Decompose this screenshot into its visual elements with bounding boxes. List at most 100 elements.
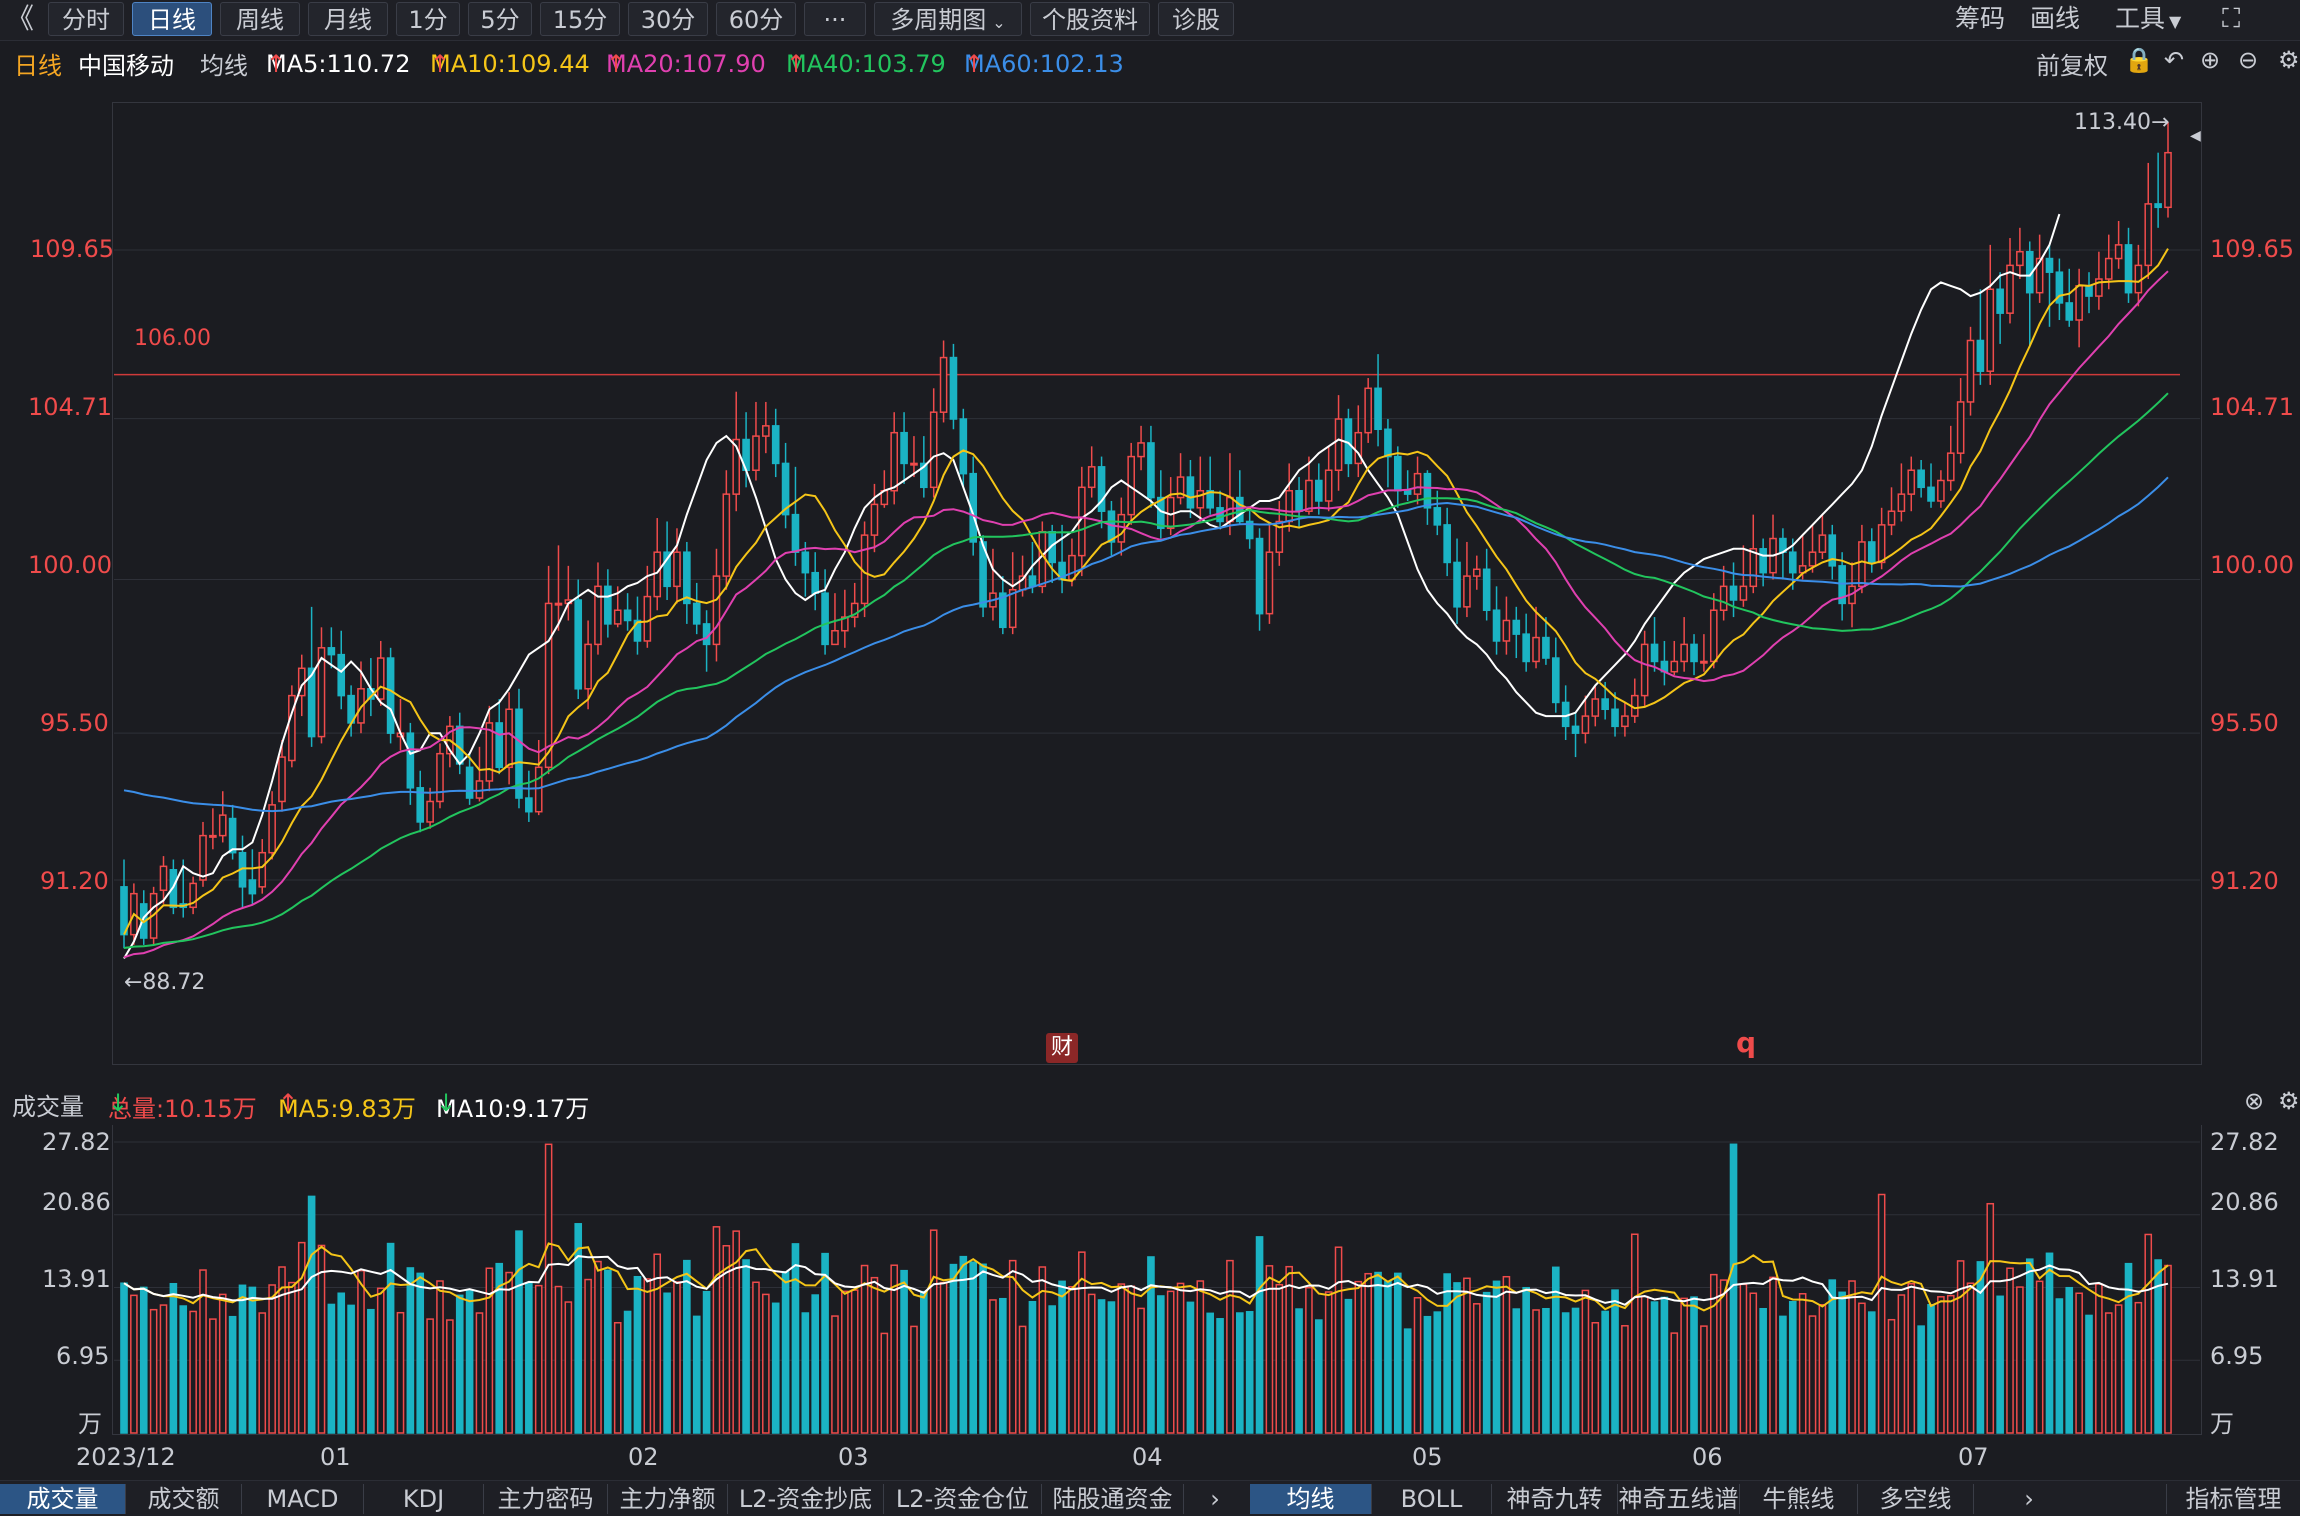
volume-ma5-text: MA5:9.83万 [278,1095,416,1123]
overlay-tab[interactable]: 均线 [1250,1484,1372,1514]
candle [1719,565,1728,621]
price-axis-label-right: 100.00 [2210,551,2294,579]
candle [288,685,296,768]
max-price-label: 113.40→ [2074,110,2170,135]
indicator-tab[interactable]: MACD [242,1484,364,1514]
price-axis-label-right: 91.20 [2210,867,2279,895]
x-axis-label: 03 [838,1443,869,1471]
x-axis-label: 01 [320,1443,351,1471]
candle [248,849,257,904]
indicator-tab[interactable]: L2-资金抄底 [728,1484,884,1514]
candle [949,343,958,430]
candle [1551,637,1560,713]
candle [1621,702,1629,737]
indicator-tab[interactable]: L2-资金仓位 [884,1484,1042,1514]
candle [2075,268,2083,348]
candle [1324,446,1333,512]
candle [1196,456,1205,522]
volume-axis-label-left: 13.91 [42,1265,111,1293]
candle [1364,378,1372,443]
volume-axis-label-right: 13.91 [2210,1265,2279,1293]
candle [2114,220,2123,269]
candle [1996,272,2004,344]
candle [781,442,790,529]
chevron-right-icon[interactable]: › [2012,1484,2046,1514]
candle [959,408,968,488]
indicator-tab[interactable]: 主力净额 [608,1484,728,1514]
candle [712,548,721,662]
candle [525,770,533,822]
candle [2134,244,2143,307]
candle [1384,419,1392,488]
candle [475,746,484,802]
candle [1700,634,1708,672]
min-price-label: ←88.72 [124,970,206,995]
candle [2025,241,2034,348]
quarter-marker[interactable]: q [1736,1026,1756,1059]
volume-axis-label-right: 20.86 [2210,1188,2279,1216]
candle [999,576,1007,635]
price-axis-label-left: 104.71 [28,393,112,421]
candle [1206,456,1214,515]
candle [1532,606,1540,669]
overlay-tab[interactable]: 多空线 [1858,1484,1974,1514]
candle [1897,463,1906,522]
candle [1937,470,1945,508]
last-price-pointer-icon: ◀ [2190,128,2201,144]
candle [1502,596,1511,655]
indicator-manage-button[interactable]: 指标管理 [2166,1484,2300,1514]
candle [238,835,247,908]
close-icon[interactable]: ⊗ [2244,1087,2264,1115]
indicator-tab[interactable]: 成交额 [126,1484,242,1514]
price-axis-label-left: 100.00 [28,551,112,579]
candle [1670,640,1679,676]
candle [1867,528,1876,573]
overlay-tab[interactable]: BOLL [1372,1484,1492,1514]
candle [189,876,197,915]
candle [1729,562,1738,618]
candle [436,743,444,809]
overlay-tab[interactable]: 牛熊线 [1740,1484,1858,1514]
candle [1048,524,1057,583]
volume-axis-label-right: 万 [2210,1410,2234,1438]
settings-icon[interactable]: ⚙ [2278,1087,2300,1115]
ma40-line [123,392,2169,949]
down-arrow-icon: ↓ [436,1089,457,1117]
candle [821,569,829,655]
candle [515,688,523,809]
candle [1630,678,1639,723]
financial-report-marker[interactable]: 财 [1046,1033,1078,1063]
candle [1690,634,1698,676]
indicator-tab[interactable]: 成交量 [0,1484,126,1514]
candle [386,647,395,744]
x-axis-label: 07 [1958,1443,1989,1471]
overlay-tab[interactable]: 神奇九转 [1492,1484,1618,1514]
volume-title: 成交量 [12,1093,84,1121]
volume-chart-pane[interactable] [112,1125,2202,1435]
candle [1107,500,1116,556]
candle [1127,442,1135,525]
candle [1265,524,1274,624]
indicator-tab[interactable]: KDJ [364,1484,484,1514]
indicator-tab[interactable]: 主力密码 [484,1484,608,1514]
overlay-tab[interactable]: 神奇五线谱 [1618,1484,1740,1514]
candle [1216,490,1224,529]
candle [1571,712,1580,758]
candle [485,705,494,792]
candle [1058,524,1066,594]
down-arrow-icon: ↓ [108,1089,129,1117]
candle [870,483,879,553]
x-axis-label: 04 [1132,1443,1163,1471]
volume-info-bar: 成交量 总量:10.15万 ↓ MA5:9.83万 ↑ MA10:9.17万 ↓ ⊗ … [0,1085,2300,1123]
candle [2045,244,2054,327]
volume-axis-label-right: 6.95 [2210,1342,2264,1370]
indicator-tab[interactable]: 陆股通资金 [1042,1484,1184,1514]
chevron-right-icon[interactable]: › [1198,1484,1232,1514]
candle [1591,685,1600,727]
candle [2144,162,2153,280]
candle [2164,121,2172,218]
price-axis-label-right: 104.71 [2210,393,2294,421]
candle [594,562,602,655]
candle [1907,456,1916,512]
volume-axis-label-left: 6.95 [56,1342,110,1370]
